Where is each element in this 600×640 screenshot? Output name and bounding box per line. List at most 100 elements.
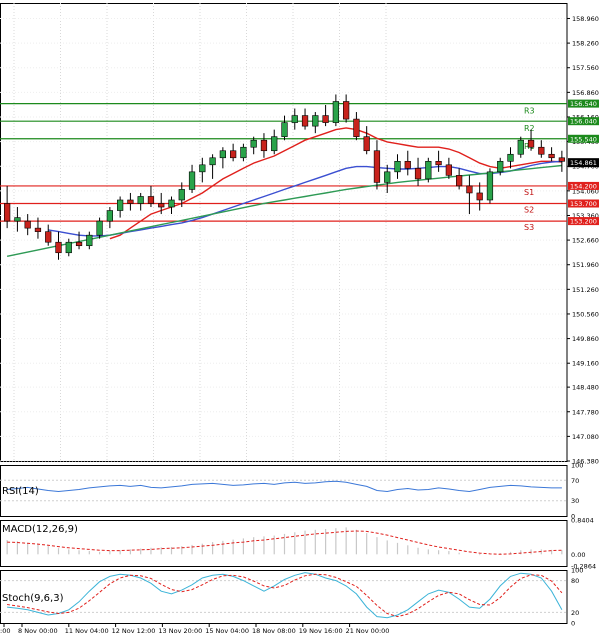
candle-body	[507, 153, 514, 162]
candle-body	[117, 199, 124, 211]
x-tick-label: 12 Nov 12:00	[112, 627, 156, 635]
candle-body	[538, 146, 545, 155]
macd-title: MACD(12,26,9)	[2, 524, 78, 535]
stoch-y-tick-label: 0	[571, 620, 575, 628]
candle-body	[168, 199, 175, 208]
candle-body	[343, 101, 350, 120]
candle-body	[363, 136, 370, 152]
candle-body	[178, 189, 185, 201]
pane-frame-macd	[0, 520, 568, 567]
candle-body	[332, 101, 339, 123]
rsi-y-tick-label: 70	[571, 477, 579, 485]
candle-body	[147, 196, 155, 204]
candle-body	[497, 160, 504, 173]
candle-body	[45, 231, 52, 243]
candle-body	[106, 210, 113, 222]
pane-frame-main	[0, 3, 568, 462]
level-price-label: 154.200	[570, 182, 597, 190]
candle-body	[301, 115, 309, 127]
candle-body	[209, 157, 216, 166]
candle-body	[404, 160, 411, 169]
y-tick-label: 151.960	[572, 261, 599, 269]
candle-body	[445, 164, 452, 176]
candle-body	[435, 160, 442, 166]
stoch-y-tick-label: 100	[571, 567, 583, 575]
level-price-label: 156.040	[570, 118, 597, 126]
candle-body	[24, 220, 31, 229]
candle-body	[312, 115, 319, 127]
pane-frame-stoch	[0, 570, 568, 624]
candle-body	[466, 185, 473, 194]
candle-body	[456, 175, 463, 187]
x-tick-label: 13 Nov 20:00	[158, 627, 202, 635]
candle-body	[291, 115, 298, 123]
candle-body	[75, 241, 83, 247]
candle-body	[230, 150, 237, 159]
y-tick-label: 150.560	[572, 310, 599, 318]
candle-body	[55, 241, 62, 254]
candle-body	[4, 203, 11, 222]
level-name-s3: S3	[524, 223, 534, 232]
x-tick-label: :00	[0, 627, 10, 635]
candle-body	[271, 136, 278, 152]
chart-canvas: 158.960158.260157.560156.860156.160155.4…	[0, 3, 599, 635]
rsi-y-tick-label: 30	[571, 497, 579, 505]
candle-body	[353, 118, 360, 137]
y-tick-label: 149.160	[572, 360, 599, 368]
trading-chart: 158.960158.260157.560156.860156.160155.4…	[0, 0, 600, 636]
candle-body	[65, 241, 72, 254]
x-tick-label: 8 Nov 00:00	[18, 627, 58, 635]
candle-body	[86, 234, 93, 247]
candle-body	[260, 139, 268, 152]
candle-body	[425, 160, 432, 180]
candle-body	[476, 192, 483, 201]
candle-body	[322, 115, 329, 123]
level-name-r2: R2	[524, 124, 535, 133]
y-tick-label: 158.960	[572, 15, 599, 23]
y-tick-label: 157.560	[572, 64, 599, 72]
candle-body	[96, 220, 103, 236]
current-price-label: 154.861	[570, 159, 597, 167]
candle-body	[414, 168, 422, 180]
rsi-title: RSI(14)	[2, 486, 39, 497]
candle-body	[250, 139, 257, 148]
y-tick-label: 147.780	[572, 408, 599, 416]
y-tick-label: 147.080	[572, 433, 599, 441]
candle-body	[527, 139, 535, 148]
candle-body	[127, 199, 134, 204]
candle-body	[199, 164, 206, 173]
candle-body	[34, 227, 42, 232]
candle-body	[188, 171, 196, 190]
level-name-r3: R3	[524, 107, 535, 116]
macd-y-tick-label: 0.8404	[571, 517, 594, 525]
level-price-label: 155.540	[570, 135, 597, 143]
stoch-y-tick-label: 80	[571, 577, 579, 585]
x-tick-label: 21 Nov 00:00	[346, 627, 390, 635]
level-name-s1: S1	[524, 188, 534, 197]
candle-body	[384, 171, 391, 183]
candle-body	[219, 150, 226, 159]
x-tick-label: 11 Nov 04:00	[65, 627, 109, 635]
candle-body	[558, 157, 565, 162]
candle-body	[137, 196, 144, 204]
y-tick-label: 152.660	[572, 237, 599, 245]
level-price-label: 153.700	[570, 200, 597, 208]
x-tick-label: 19 Nov 16:00	[299, 627, 343, 635]
candle-body	[240, 146, 247, 159]
level-name-s2: S2	[524, 206, 534, 215]
candle-body	[394, 160, 401, 173]
macd-y-tick-label: 0.00	[571, 551, 585, 559]
stoch-title: Stoch(9,6,3)	[2, 593, 64, 604]
stoch-y-tick-label: 20	[571, 609, 579, 617]
candle-body	[14, 217, 21, 222]
y-tick-label: 151.260	[572, 286, 599, 294]
rsi-y-tick-label: 100	[571, 462, 583, 470]
y-tick-label: 158.260	[572, 40, 599, 48]
candle-body	[158, 203, 165, 208]
candle-body	[486, 171, 494, 201]
candle-body	[517, 139, 524, 155]
y-tick-label: 149.860	[572, 335, 599, 343]
candle-body	[281, 122, 288, 137]
x-tick-label: 15 Nov 04:00	[205, 627, 249, 635]
y-tick-label: 156.860	[572, 89, 599, 97]
